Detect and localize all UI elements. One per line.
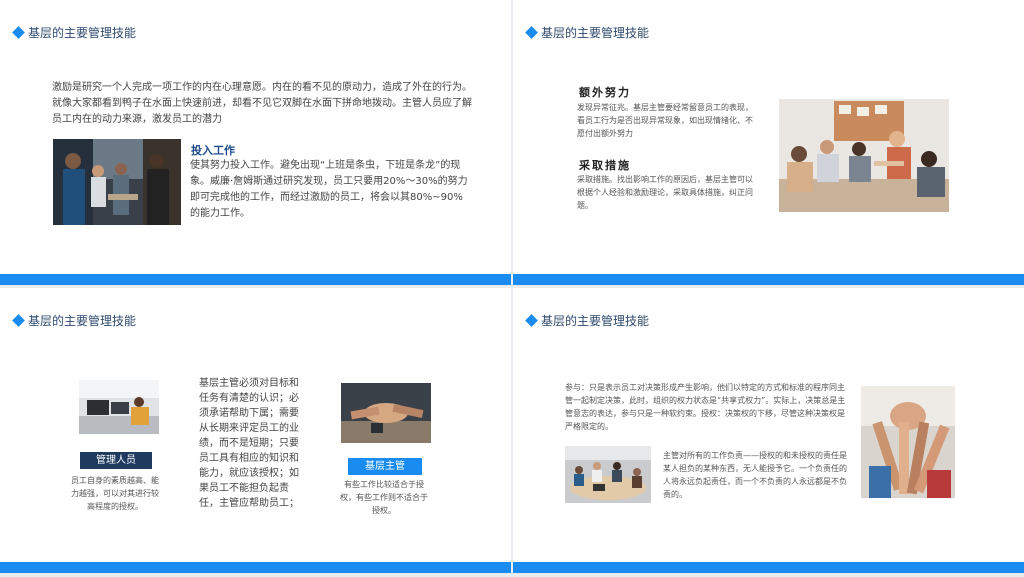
diamond-icon [525, 26, 538, 39]
diamond-icon [12, 26, 25, 39]
office-team-photo [53, 139, 181, 225]
slide-title: 基层的主要管理技能 [525, 24, 650, 41]
text-take-action: 采取措施。找出影响工作的原因后，基层主管可以根据个人经验和激励理论，采取具体措施… [577, 175, 753, 210]
slide-title-text: 基层的主要管理技能 [541, 26, 650, 40]
conference-photo [565, 446, 651, 503]
heading-take-action: 采取措施 [579, 159, 631, 172]
bottom-bar [0, 274, 511, 285]
responsibility-text: 主管对所有的工作负责——授权的和未授权的责任是某人担负的某种东西，无人能授予它。… [663, 451, 847, 499]
slide-1[interactable]: 基层的主要管理技能 激励是研究一个人完成一项工作的内在心理意愿。内在的看不见的原… [0, 0, 511, 285]
raised-hands-photo [861, 386, 955, 498]
section-text: 使其努力投入工作。避免出现“上班是条虫，下班是条龙”的现象。威廉·詹姆斯通过研究… [190, 160, 468, 219]
office-worker-photo [79, 380, 159, 434]
diamond-icon [525, 314, 538, 327]
heading-extra-effort: 额外努力 [579, 86, 631, 99]
section-heading: 投入工作 [191, 144, 235, 157]
slide-4[interactable]: 基层的主要管理技能 参与：只是表示员工对决策形成产生影响，他们以特定的方式和标准… [513, 288, 1024, 573]
slide-title: 基层的主要管理技能 [12, 312, 137, 329]
slide-title-text: 基层的主要管理技能 [28, 26, 137, 40]
manager-text: 员工自身的素质越高、能力越强，可以对其进行较高程度的授权。 [71, 476, 159, 511]
bottom-bar [0, 562, 511, 573]
supervisor-text: 有些工作比较适合于授权，有些工作则不适合于授权。 [340, 480, 428, 515]
slide-3[interactable]: 基层的主要管理技能 管理人员 员工自身的素质越高、能力越强，可以对其进行较高程度… [0, 288, 511, 573]
bottom-bar [513, 562, 1024, 573]
bottom-bar [513, 274, 1024, 285]
slide-title: 基层的主要管理技能 [525, 312, 650, 329]
slide-title-text: 基层的主要管理技能 [28, 314, 137, 328]
hands-stack-photo [341, 383, 431, 443]
participation-text: 参与：只是表示员工对决策形成产生影响，他们以特定的方式和标准的程序同主管一起制定… [565, 383, 846, 431]
slide-title: 基层的主要管理技能 [12, 24, 137, 41]
intro-text: 激励是研究一个人完成一项工作的内在心理意愿。内在的看不见的原动力，造成了外在的行… [52, 82, 472, 125]
manager-label: 管理人员 [80, 452, 152, 469]
slide-title-text: 基层的主要管理技能 [541, 314, 650, 328]
text-extra-effort: 发现异常征兆。基层主管要经常留意员工的表现，看员工行为是否出现异常现象，如出现情… [577, 103, 753, 138]
diamond-icon [12, 314, 25, 327]
supervisor-label: 基层主管 [348, 458, 422, 475]
slide-2[interactable]: 基层的主要管理技能 额外努力 发现异常征兆。基层主管要经常留意员工的表现，看员工… [513, 0, 1024, 285]
center-text: 基层主管必须对目标和任务有清楚的认识；必须承诺帮助下属；需要从长期来评定员工的业… [199, 378, 299, 509]
meeting-handshake-photo [779, 99, 949, 212]
